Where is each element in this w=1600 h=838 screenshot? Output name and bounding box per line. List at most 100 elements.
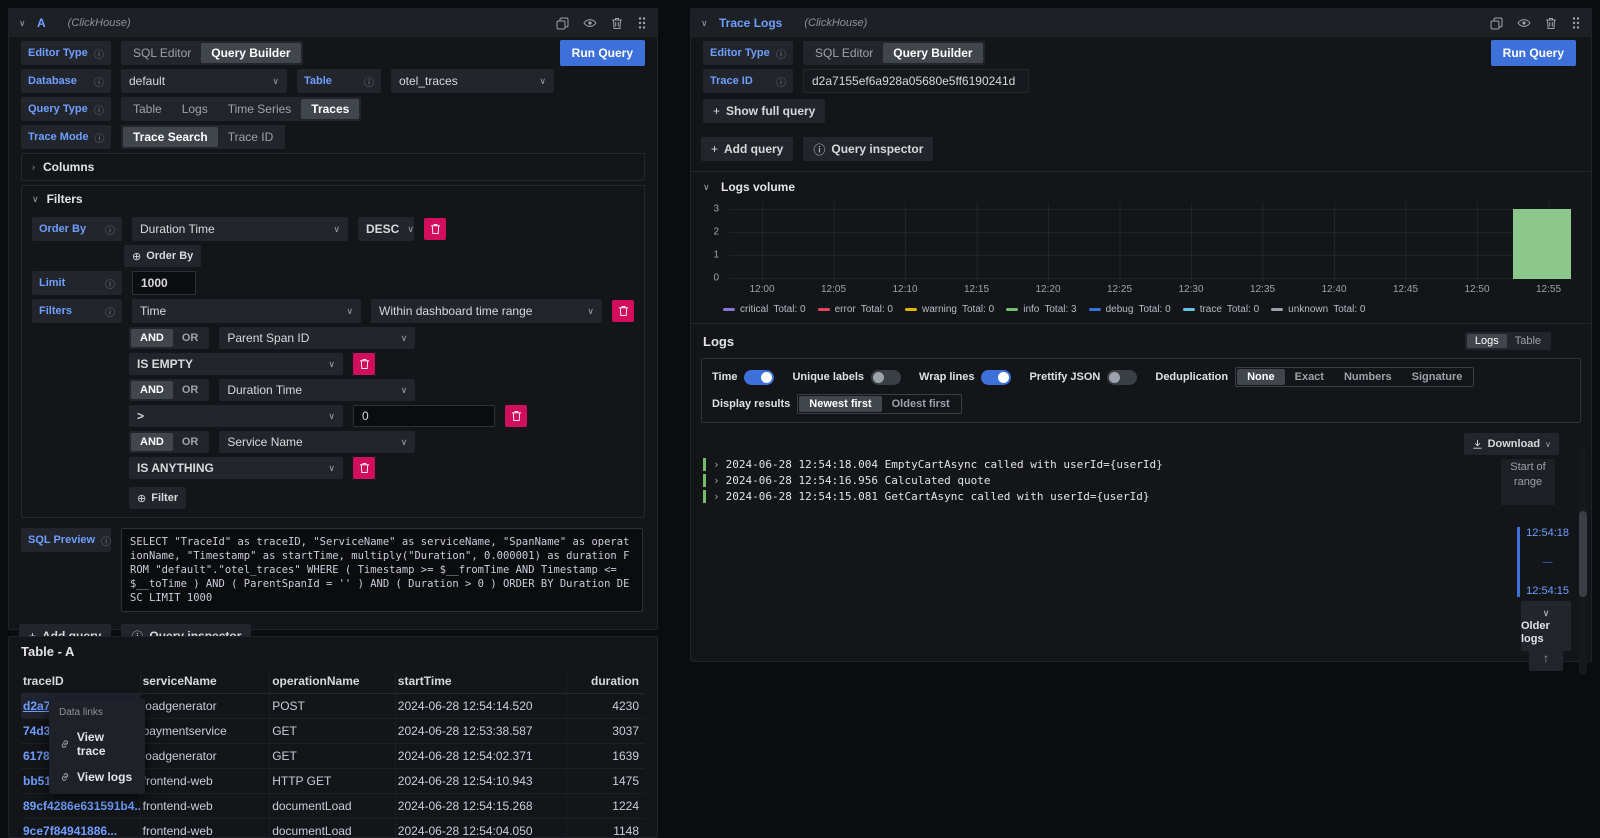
dedup-exact[interactable]: Exact [1285, 369, 1334, 385]
view-logs-link[interactable]: View logs [49, 764, 145, 790]
condition-field-select[interactable]: Service Name∨ [219, 431, 415, 453]
scroll-to-top-button[interactable]: ↑ [1529, 645, 1563, 671]
logs-volume-title[interactable]: Logs volume [721, 180, 795, 194]
display-newest-first[interactable]: Newest first [799, 396, 881, 412]
logs-view-logs[interactable]: Logs [1467, 334, 1507, 348]
editor-type-sql-editor[interactable]: SQL Editor [805, 43, 883, 63]
panel-title[interactable]: A [37, 16, 46, 30]
filter-operator-select[interactable]: Within dashboard time range∨ [371, 299, 602, 323]
download-button[interactable]: Download ∨ [1464, 433, 1559, 455]
table-select[interactable]: otel_traces∨ [391, 69, 554, 93]
duplicate-icon[interactable] [1490, 17, 1503, 30]
editor-type-sql-editor[interactable]: SQL Editor [123, 43, 201, 63]
bool-or[interactable]: OR [173, 433, 208, 451]
expand-log-icon[interactable]: › [713, 490, 720, 503]
legend-item-info[interactable]: infoTotal: 3 [1006, 304, 1076, 315]
bool-and[interactable]: AND [131, 433, 173, 451]
legend-item-unknown[interactable]: unknownTotal: 0 [1271, 304, 1365, 315]
col-header-starttime[interactable]: startTime [396, 669, 567, 693]
editor-type-query-builder[interactable]: Query Builder [883, 43, 982, 63]
scrollbar-thumb[interactable] [1579, 511, 1587, 597]
view-trace-link[interactable]: View trace [49, 724, 145, 764]
condition-field-select[interactable]: Duration Time∨ [219, 379, 415, 401]
trace-id-link[interactable]: 9ce7f84941886... [23, 824, 117, 838]
query-type-time-series[interactable]: Time Series [218, 99, 302, 119]
remove-order-by-button[interactable] [424, 218, 446, 240]
log-row[interactable]: › 2024-06-28 12:54:18.004 EmptyCartAsync… [703, 457, 1163, 471]
trace-id-link[interactable]: 89cf4286e631591b4... [23, 799, 141, 813]
logs-view-table[interactable]: Table [1507, 334, 1549, 348]
query-type-traces[interactable]: Traces [301, 99, 359, 119]
trace-mode-trace-search[interactable]: Trace Search [123, 127, 218, 147]
remove-condition-button[interactable] [505, 405, 527, 427]
expand-log-icon[interactable]: › [713, 474, 720, 487]
filter-field-select[interactable]: Time∨ [132, 299, 361, 323]
remove-filter-button[interactable] [612, 300, 634, 322]
condition-operator-select[interactable]: IS EMPTY∨ [129, 353, 343, 375]
dedup-none[interactable]: None [1237, 369, 1285, 385]
filters-section-header[interactable]: ∨Filters [32, 191, 634, 207]
show-full-query-button[interactable]: +Show full query [703, 99, 825, 123]
col-header-servicename[interactable]: serviceName [141, 669, 271, 693]
drag-handle-icon[interactable] [637, 16, 647, 30]
expand-log-icon[interactable]: › [713, 458, 720, 471]
editor-type-query-builder[interactable]: Query Builder [201, 43, 300, 63]
legend-item-warning[interactable]: warningTotal: 0 [905, 304, 994, 315]
condition-operator-select[interactable]: IS ANYTHING∨ [129, 457, 343, 479]
run-query-button[interactable]: Run Query [560, 40, 645, 66]
run-query-button[interactable]: Run Query [1491, 40, 1576, 66]
log-row[interactable]: › 2024-06-28 12:54:15.081 GetCartAsync c… [703, 489, 1149, 503]
legend-item-critical[interactable]: criticalTotal: 0 [723, 304, 806, 315]
trash-icon[interactable] [611, 17, 623, 30]
panel-collapse-icon[interactable]: ∨ [19, 18, 29, 29]
condition-operator-select[interactable]: >∨ [129, 405, 343, 427]
order-by-direction-select[interactable]: DESC∨ [358, 217, 414, 241]
condition-value-input[interactable]: 0 [353, 405, 495, 427]
editor-type-switch: SQL Editor Query Builder [121, 41, 303, 65]
dedup-signature[interactable]: Signature [1402, 369, 1473, 385]
logs-scrollbar[interactable] [1579, 447, 1587, 675]
duplicate-icon[interactable] [556, 17, 569, 30]
drag-handle-icon[interactable] [1571, 16, 1581, 30]
add-query-button[interactable]: +Add query [701, 137, 793, 161]
legend-item-debug[interactable]: debugTotal: 0 [1089, 304, 1171, 315]
query-inspector-button[interactable]: ⓘQuery inspector [803, 137, 933, 161]
col-header-duration[interactable]: duration [567, 669, 645, 693]
eye-icon[interactable] [1517, 17, 1531, 29]
legend-item-trace[interactable]: traceTotal: 0 [1183, 304, 1259, 315]
panel-title[interactable]: Trace Logs [719, 16, 782, 30]
database-select[interactable]: default∨ [121, 69, 287, 93]
time-toggle[interactable]: Time [712, 370, 774, 385]
bool-and[interactable]: AND [131, 381, 173, 399]
unique-labels-toggle[interactable]: Unique labels [792, 370, 901, 385]
add-filter-button[interactable]: ⊕Filter [129, 487, 186, 509]
log-row[interactable]: › 2024-06-28 12:54:16.956 Calculated quo… [703, 473, 991, 487]
remove-condition-button[interactable] [353, 353, 375, 375]
eye-icon[interactable] [583, 17, 597, 29]
remove-condition-button[interactable] [353, 457, 375, 479]
wrap-lines-toggle[interactable]: Wrap lines [919, 370, 1011, 385]
columns-section[interactable]: ›Columns [21, 153, 645, 181]
order-by-field-select[interactable]: Duration Time∨ [132, 217, 348, 241]
dedup-numbers[interactable]: Numbers [1334, 369, 1402, 385]
trace-id-input[interactable]: d2a7155ef6a928a05680e5ff6190241d [803, 69, 1029, 93]
add-order-by-button[interactable]: ⊕Order By [124, 245, 201, 267]
bool-or[interactable]: OR [173, 381, 208, 399]
limit-input[interactable]: 1000 [132, 271, 196, 295]
query-type-table[interactable]: Table [123, 99, 172, 119]
bool-and[interactable]: AND [131, 329, 173, 347]
older-logs-button[interactable]: ∨ Older logs [1521, 601, 1571, 651]
col-header-traceid[interactable]: traceID [21, 669, 141, 693]
display-oldest-first[interactable]: Oldest first [882, 396, 960, 412]
condition-field-select[interactable]: Parent Span ID∨ [219, 327, 415, 349]
chevron-down-icon: ∨ [333, 224, 340, 235]
trash-icon[interactable] [1545, 17, 1557, 30]
trace-mode-trace-id[interactable]: Trace ID [218, 127, 284, 147]
chevron-down-icon[interactable]: ∨ [703, 182, 713, 193]
legend-item-error[interactable]: errorTotal: 0 [818, 304, 893, 315]
col-header-operationname[interactable]: operationName [270, 669, 396, 693]
panel-collapse-icon[interactable]: ∨ [701, 18, 711, 29]
query-type-logs[interactable]: Logs [172, 99, 218, 119]
bool-or[interactable]: OR [173, 329, 208, 347]
prettify-json-toggle[interactable]: Prettify JSON [1029, 370, 1137, 385]
